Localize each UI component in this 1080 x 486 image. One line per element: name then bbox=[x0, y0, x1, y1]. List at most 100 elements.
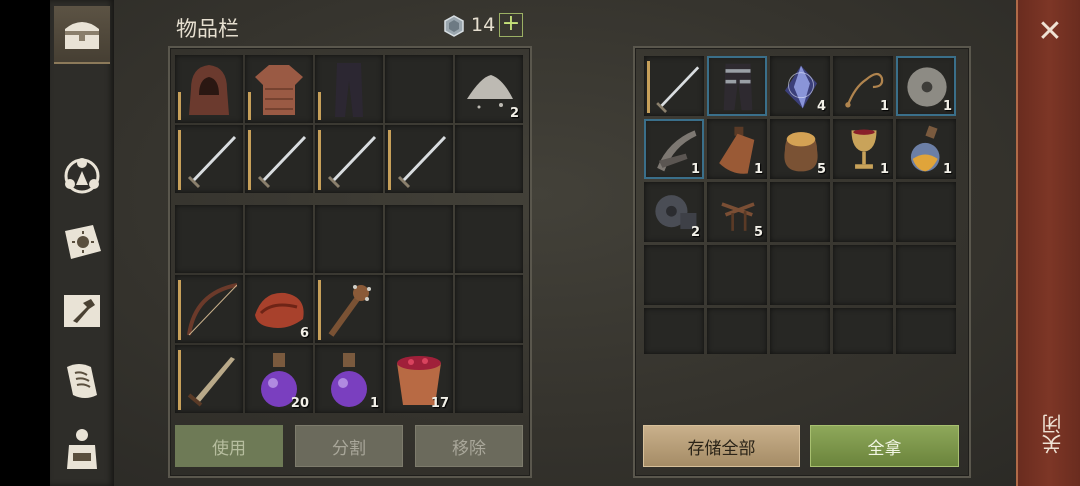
inventory-screen: 物品栏 14 + 2 6 20 1 17 使用 分割 移除 4 1 1 1 1 … bbox=[0, 0, 1080, 486]
equipped-slot[interactable]: 2 bbox=[455, 55, 523, 123]
storage-slot[interactable] bbox=[833, 182, 893, 242]
bag-slot[interactable]: 1 bbox=[315, 345, 383, 413]
sun-book-icon bbox=[65, 225, 101, 259]
storage-slot[interactable] bbox=[770, 308, 830, 354]
bow-icon bbox=[187, 283, 237, 336]
bag-slot[interactable] bbox=[175, 275, 243, 343]
item-quantity: 1 bbox=[879, 99, 889, 114]
storage-slot[interactable] bbox=[770, 182, 830, 242]
storage-slot[interactable]: 5 bbox=[707, 182, 767, 242]
gem-icon bbox=[444, 15, 464, 37]
equipped-slot[interactable] bbox=[175, 125, 243, 193]
leg-armor-icon bbox=[723, 63, 753, 111]
equipped-grid: 2 bbox=[175, 55, 523, 193]
storage-grid: 4 1 1 1 1 5 1 1 2 5 bbox=[644, 56, 956, 354]
storage-slot[interactable] bbox=[644, 308, 704, 354]
add-currency-button[interactable]: + bbox=[499, 13, 523, 37]
storage-slot[interactable] bbox=[896, 245, 956, 305]
close-panel[interactable]: ✕ 关闭 bbox=[1016, 0, 1080, 486]
sword-icon bbox=[656, 66, 700, 113]
tunic-icon bbox=[255, 65, 303, 115]
equipped-slot[interactable] bbox=[455, 125, 523, 193]
bag-slot[interactable] bbox=[385, 275, 453, 343]
equipped-slot[interactable] bbox=[245, 125, 313, 193]
sidebar-events-button[interactable] bbox=[54, 214, 110, 270]
sword-icon bbox=[397, 135, 447, 189]
hood-icon bbox=[189, 65, 229, 115]
storage-slot[interactable] bbox=[644, 245, 704, 305]
sword-icon bbox=[257, 135, 307, 189]
pants-icon bbox=[335, 63, 363, 117]
purple-potion-icon bbox=[331, 353, 367, 407]
equipped-slot[interactable] bbox=[315, 55, 383, 123]
item-quantity: 5 bbox=[753, 225, 763, 240]
sidebar-clan-button[interactable] bbox=[54, 148, 110, 204]
storage-slot[interactable] bbox=[896, 308, 956, 354]
item-quantity: 2 bbox=[509, 106, 519, 121]
bag-slot[interactable]: 20 bbox=[245, 345, 313, 413]
storage-slot[interactable] bbox=[644, 56, 704, 116]
close-label[interactable]: 关闭 bbox=[1038, 414, 1066, 454]
close-icon[interactable]: ✕ bbox=[1032, 14, 1068, 50]
equipped-slot[interactable] bbox=[175, 55, 243, 123]
bag-slot[interactable] bbox=[385, 205, 453, 273]
storage-slot[interactable]: 1 bbox=[707, 119, 767, 179]
hammer-icon bbox=[64, 295, 100, 327]
sword-icon bbox=[187, 135, 237, 189]
take-all-button[interactable]: 全拿 bbox=[810, 425, 959, 467]
sword-icon bbox=[327, 135, 377, 189]
storage-slot[interactable] bbox=[833, 308, 893, 354]
bag-slot[interactable] bbox=[175, 205, 243, 273]
sidebar-crafting-button[interactable] bbox=[54, 282, 110, 338]
spiked-club-icon bbox=[328, 285, 371, 337]
sidebar-quests-button[interactable] bbox=[54, 352, 110, 408]
storage-slot[interactable] bbox=[833, 245, 893, 305]
item-quantity: 1 bbox=[879, 162, 889, 177]
storage-slot[interactable]: 5 bbox=[770, 119, 830, 179]
bag-slot[interactable] bbox=[175, 345, 243, 413]
bag-slot[interactable]: 6 bbox=[245, 275, 313, 343]
equipped-slot[interactable] bbox=[385, 55, 453, 123]
storage-slot[interactable] bbox=[770, 245, 830, 305]
bag-slot[interactable] bbox=[245, 205, 313, 273]
storage-slot[interactable]: 1 bbox=[644, 119, 704, 179]
bag-slot[interactable]: 17 bbox=[385, 345, 453, 413]
equipped-slot[interactable] bbox=[245, 55, 313, 123]
scroll-icon bbox=[67, 364, 97, 398]
short-sword-icon bbox=[187, 357, 235, 407]
meat-icon bbox=[255, 292, 304, 328]
item-quantity: 1 bbox=[942, 99, 952, 114]
sidebar-inventory-button[interactable] bbox=[54, 6, 110, 64]
item-quantity: 2 bbox=[690, 225, 700, 240]
currency-count: 14 bbox=[471, 14, 496, 36]
storage-slot[interactable] bbox=[707, 56, 767, 116]
storage-slot[interactable]: 2 bbox=[644, 182, 704, 242]
use-button[interactable]: 使用 bbox=[175, 425, 283, 467]
storage-slot[interactable]: 1 bbox=[896, 119, 956, 179]
storage-slot[interactable]: 1 bbox=[833, 119, 893, 179]
bag-slot[interactable] bbox=[315, 275, 383, 343]
storage-slot[interactable] bbox=[707, 308, 767, 354]
item-quantity: 1 bbox=[753, 162, 763, 177]
equipped-slot[interactable] bbox=[385, 125, 453, 193]
sidebar bbox=[50, 0, 114, 486]
bag-slot[interactable] bbox=[455, 345, 523, 413]
item-quantity: 4 bbox=[816, 99, 826, 114]
equipped-slot[interactable] bbox=[315, 125, 383, 193]
store-all-button[interactable]: 存储全部 bbox=[643, 425, 800, 467]
chest-icon bbox=[65, 22, 99, 49]
storage-slot[interactable]: 4 bbox=[770, 56, 830, 116]
storage-slot[interactable] bbox=[707, 245, 767, 305]
split-button[interactable]: 分割 bbox=[295, 425, 403, 467]
storage-slot[interactable]: 1 bbox=[833, 56, 893, 116]
remove-button[interactable]: 移除 bbox=[415, 425, 523, 467]
page-title: 物品栏 bbox=[176, 17, 239, 41]
storage-slot[interactable]: 1 bbox=[896, 56, 956, 116]
bag-slot[interactable] bbox=[315, 205, 383, 273]
item-quantity: 6 bbox=[299, 326, 309, 341]
bag-slot[interactable] bbox=[455, 275, 523, 343]
storage-slot[interactable] bbox=[896, 182, 956, 242]
bag-slot[interactable] bbox=[455, 205, 523, 273]
sidebar-character-button[interactable] bbox=[54, 420, 110, 476]
item-quantity: 17 bbox=[430, 396, 449, 411]
